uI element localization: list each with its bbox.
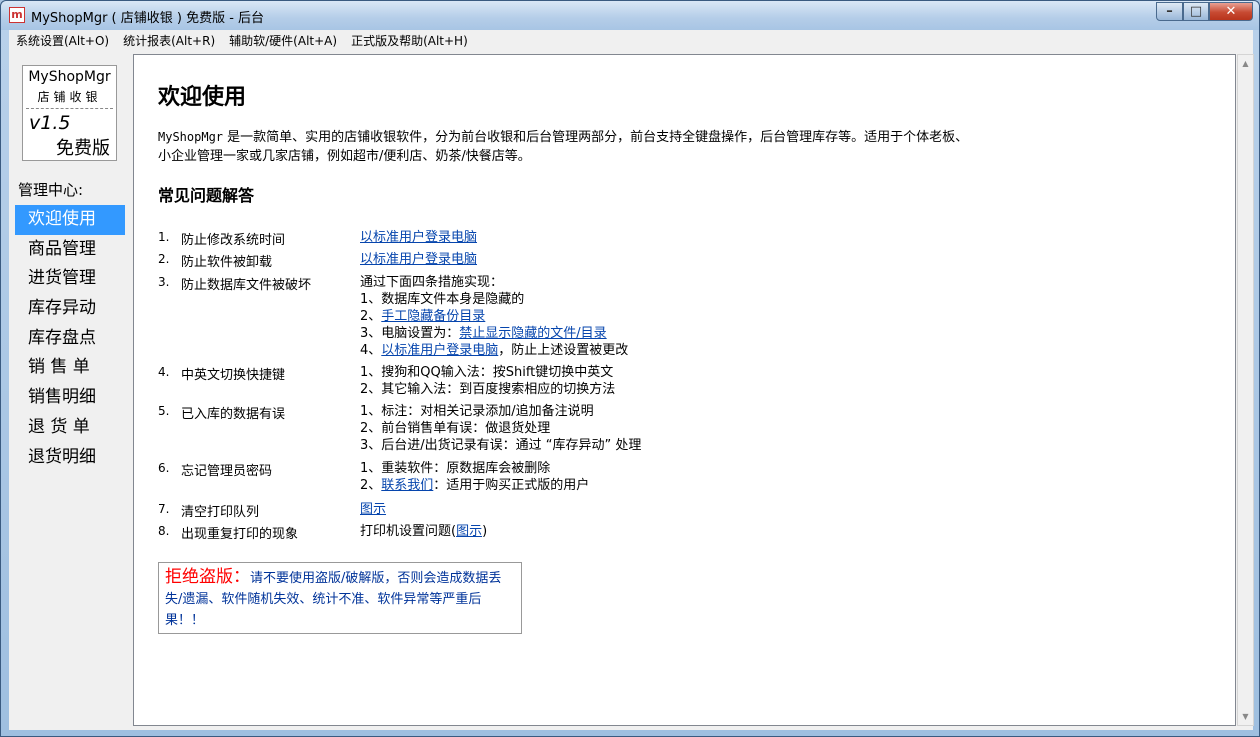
faq-answer-prefix: 打印机设置问题( (360, 524, 457, 539)
standard-user-link[interactable]: 以标准用户登录电脑 (360, 252, 477, 267)
maximize-button[interactable]: □ (1183, 2, 1209, 21)
faq-question: 防止修改系统时间 (181, 233, 286, 248)
faq-answer-prefix: 4、 (360, 343, 382, 358)
faq-number: 5. (158, 404, 170, 418)
menu-system-settings[interactable]: 系统设置(Alt+O) (9, 32, 116, 49)
faq-answer: 以标准用户登录电脑 (360, 229, 477, 246)
faq-heading: 常见问题解答 (158, 186, 255, 205)
nav-item-return-detail[interactable]: 退货明细 (15, 443, 125, 473)
nav-item-return-order[interactable]: 退 货 单 (15, 413, 125, 443)
faq-number: 3. (158, 275, 170, 289)
faq-answer: 1、标注：对相关记录添加/追加备注说明 2、前台销售单有误：做退货处理 3、后台… (360, 403, 641, 454)
faq-answer-line: 2、前台销售单有误：做退货处理 (360, 421, 551, 436)
faq-question: 出现重复打印的现象 (181, 527, 299, 542)
menu-auxiliary[interactable]: 辅助软/硬件(Alt+A) (222, 32, 344, 49)
faq-answer: 图示 (360, 501, 386, 518)
standard-user-link[interactable]: 以标准用户登录电脑 (360, 230, 477, 245)
close-button[interactable]: ✕ (1209, 2, 1253, 21)
faq-question: 防止数据库文件被破坏 (181, 278, 312, 293)
nav-item-stocktake[interactable]: 库存盘点 (15, 324, 125, 354)
logo-divider (26, 108, 113, 109)
faq-answer: 通过下面四条措施实现： 1、数据库文件本身是隐藏的 2、手工隐藏备份目录 3、电… (360, 274, 628, 359)
faq-answer-line: 1、数据库文件本身是隐藏的 (360, 292, 525, 307)
faq-number: 7. (158, 502, 170, 516)
nav-item-purchase[interactable]: 进货管理 (15, 264, 125, 294)
faq-answer-prefix: 3、电脑设置为： (360, 326, 460, 341)
nav-item-sales-detail[interactable]: 销售明细 (15, 383, 125, 413)
faq-answer-suffix: ) (482, 524, 488, 539)
scroll-down-icon[interactable]: ▼ (1238, 708, 1253, 725)
faq-question: 清空打印队列 (181, 505, 260, 520)
faq-question: 防止软件被卸载 (181, 255, 273, 270)
faq-answer: 1、搜狗和QQ输入法：按Shift键切换中英文 2、其它输入法：到百度搜索相应的… (360, 364, 615, 398)
menu-help[interactable]: 正式版及帮助(Alt+H) (344, 32, 475, 49)
page-title: 欢迎使用 (158, 85, 247, 110)
logo-subtitle: 店铺收银 (37, 90, 102, 104)
faq-number: 1. (158, 230, 170, 244)
faq-number: 8. (158, 524, 170, 538)
nav-item-products[interactable]: 商品管理 (15, 235, 125, 265)
faq-number: 2. (158, 252, 170, 266)
faq-answer-line: 2、联系我们：适用于购买正式版的用户 (360, 477, 589, 494)
faq-answer-suffix: ：适用于购买正式版的用户 (433, 478, 590, 493)
standard-user-link[interactable]: 以标准用户登录电脑 (381, 343, 498, 358)
title-bar[interactable]: m MyShopMgr ( 店铺收银 ) 免费版 - 后台 – □ ✕ (1, 1, 1259, 30)
diagram-link[interactable]: 图示 (360, 502, 386, 517)
faq-answer-line: 3、电脑设置为：禁止显示隐藏的文件/目录 (360, 325, 628, 342)
faq-question: 忘记管理员密码 (181, 464, 273, 479)
faq-answer-line: 4、以标准用户登录电脑，防止上述设置被更改 (360, 342, 628, 359)
window-controls: – □ ✕ (1156, 2, 1253, 21)
contact-us-link[interactable]: 联系我们 (381, 478, 433, 493)
logo-edition: 免费版 (56, 138, 110, 159)
nav-list: 欢迎使用 商品管理 进货管理 库存异动 库存盘点 销 售 单 销售明细 退 货 … (15, 205, 125, 472)
faq-answer-line: 1、标注：对相关记录添加/追加备注说明 (360, 404, 594, 419)
scroll-up-icon[interactable]: ▲ (1238, 55, 1253, 72)
faq-answer-intro: 通过下面四条措施实现： (360, 275, 504, 290)
faq-answer-suffix: ，防止上述设置被更改 (498, 343, 629, 358)
nav-item-sales-order[interactable]: 销 售 单 (15, 353, 125, 383)
vertical-scrollbar[interactable]: ▲ ▼ (1237, 54, 1254, 726)
logo-version: v1.5 (29, 112, 71, 134)
welcome-pane: 欢迎使用 MyShopMgr 是一款简单、实用的店铺收银软件，分为前台收银和后台… (133, 54, 1236, 726)
faq-answer-line: 2、手工隐藏备份目录 (360, 308, 628, 325)
faq-number: 6. (158, 461, 170, 475)
app-icon: m (9, 7, 25, 23)
faq-number: 4. (158, 365, 170, 379)
nav-title: 管理中心: (18, 181, 84, 199)
diagram-link[interactable]: 图示 (456, 524, 482, 539)
hide-hidden-files-link[interactable]: 禁止显示隐藏的文件/目录 (459, 326, 606, 341)
faq-answer-line: 1、搜狗和QQ输入法：按Shift键切换中英文 (360, 365, 614, 380)
faq-answer-prefix: 2、 (360, 478, 382, 493)
faq-answer: 打印机设置问题(图示) (360, 523, 487, 540)
app-window: m MyShopMgr ( 店铺收银 ) 免费版 - 后台 – □ ✕ 系统设置… (0, 0, 1260, 737)
faq-answer-prefix: 2、 (360, 309, 382, 324)
intro-app-name: MyShopMgr (158, 130, 224, 144)
faq-question: 已入库的数据有误 (181, 407, 286, 422)
faq-question: 中英文切换快捷键 (181, 368, 286, 383)
intro-paragraph: MyShopMgr 是一款简单、实用的店铺收银软件，分为前台收银和后台管理两部分… (158, 128, 978, 166)
menu-bar: 系统设置(Alt+O) 统计报表(Alt+R) 辅助软/硬件(Alt+A) 正式… (9, 30, 1253, 51)
nav-item-stock-change[interactable]: 库存异动 (15, 294, 125, 324)
faq-answer: 以标准用户登录电脑 (360, 251, 477, 268)
logo-name: MyShopMgr (28, 69, 111, 85)
faq-answer-line: 1、重装软件：原数据库会被删除 (360, 461, 551, 476)
client-area: MyShopMgr 店铺收银 v1.5 免费版 管理中心: 欢迎使用 商品管理 … (9, 51, 1254, 730)
intro-text: 是一款简单、实用的店铺收银软件，分为前台收银和后台管理两部分，前台支持全键盘操作… (158, 130, 969, 164)
anti-piracy-notice: 拒绝盗版：请不要使用盗版/破解版，否则会造成数据丢失/遗漏、软件随机失效、统计不… (158, 562, 522, 634)
hide-backup-dir-link[interactable]: 手工隐藏备份目录 (381, 309, 485, 324)
warning-heading: 拒绝盗版： (165, 567, 250, 587)
faq-answer: 1、重装软件：原数据库会被删除 2、联系我们：适用于购买正式版的用户 (360, 460, 589, 494)
window-title: MyShopMgr ( 店铺收银 ) 免费版 - 后台 (31, 11, 265, 26)
faq-answer-line: 2、其它输入法：到百度搜索相应的切换方法 (360, 382, 616, 397)
menu-reports[interactable]: 统计报表(Alt+R) (116, 32, 222, 49)
nav-item-welcome[interactable]: 欢迎使用 (15, 205, 125, 235)
minimize-button[interactable]: – (1156, 2, 1183, 21)
logo-panel: MyShopMgr 店铺收银 v1.5 免费版 (22, 65, 117, 161)
faq-answer-line: 3、后台进/出货记录有误：通过 “库存异动” 处理 (360, 438, 642, 453)
